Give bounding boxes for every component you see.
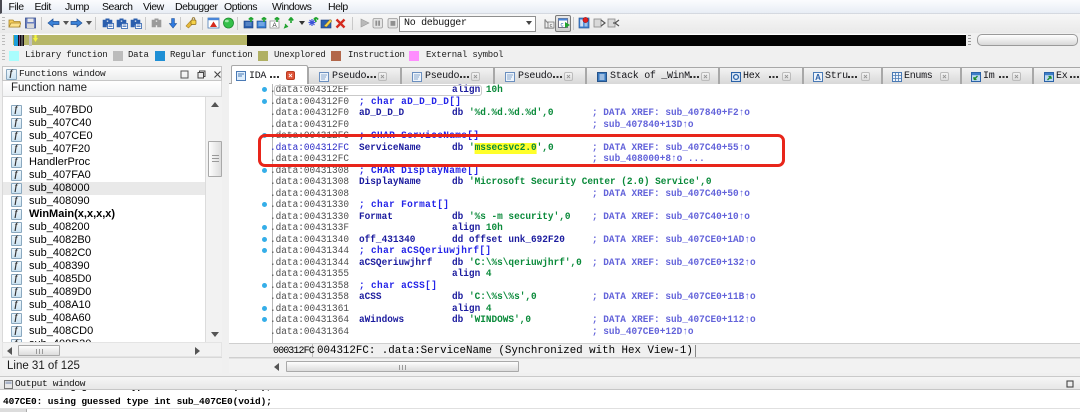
svg-text:c: c <box>550 23 553 29</box>
svg-text:A: A <box>272 22 277 29</box>
svg-text:c: c <box>561 23 564 29</box>
svg-text:A: A <box>815 73 821 82</box>
